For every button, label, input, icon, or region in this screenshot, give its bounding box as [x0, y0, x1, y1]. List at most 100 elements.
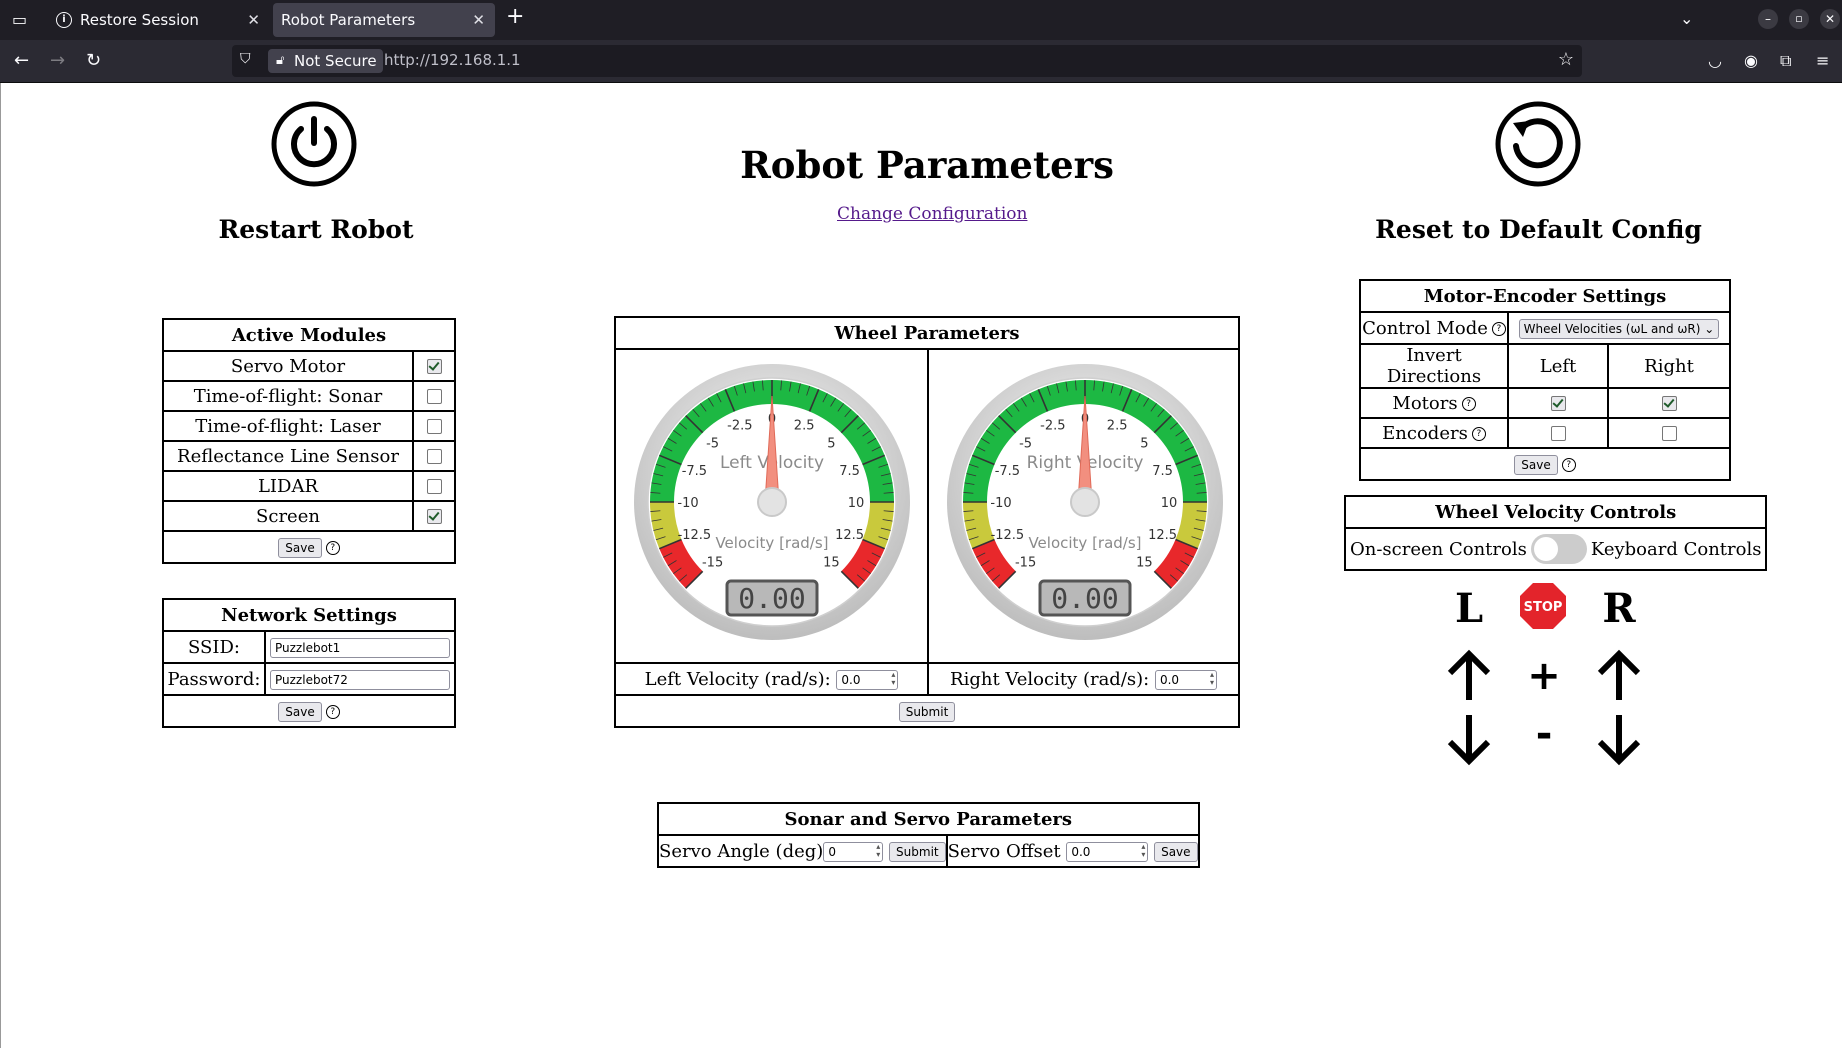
line-sensor-checkbox[interactable] — [426, 449, 442, 464]
motor-encoder-header: Motor-Encoder Settings — [1359, 279, 1731, 313]
right-gauge-tick-label: -7.5 — [995, 464, 1020, 479]
right-wheel-label: R — [1602, 585, 1636, 632]
page-content: Robot Parameters Change Configuration Re… — [0, 83, 1842, 1048]
right-backward-arrow-icon[interactable] — [1594, 713, 1644, 767]
servo-angle-submit-button[interactable]: Submit — [889, 841, 946, 862]
extensions-icon[interactable]: ⧉ — [1780, 50, 1791, 72]
wheel-submit-button[interactable]: Submit — [898, 701, 956, 722]
tab-restore-session[interactable]: i Restore Session ✕ — [42, 3, 270, 37]
servo-angle-value: 0 — [828, 844, 836, 859]
onscreen-controls-label: On-screen Controls — [1344, 527, 1531, 571]
help-icon[interactable]: ? — [325, 540, 340, 555]
url-bar[interactable]: ⛉ 🔓︎ Not Secure http://192.168.1.1 ☆ — [232, 45, 1582, 77]
reset-default-config-label[interactable]: Reset to Default Config — [1361, 215, 1716, 244]
right-gauge-tick-label: 2.5 — [1107, 418, 1128, 433]
tab-robot-parameters[interactable]: Robot Parameters ✕ — [273, 3, 495, 37]
speed-minus-button[interactable]: - — [1514, 711, 1574, 757]
right-velocity-input[interactable]: 0.0 ▴ ▾ — [1154, 669, 1217, 690]
right-forward-arrow-icon[interactable] — [1594, 648, 1644, 702]
servo-motor-checkbox[interactable] — [426, 359, 442, 374]
menu-icon[interactable]: ≡ — [1816, 50, 1829, 72]
new-tab-icon[interactable]: + — [506, 6, 524, 28]
encoders-left-checkbox[interactable] — [1550, 426, 1566, 441]
close-tab-icon[interactable]: ✕ — [247, 11, 260, 29]
wheel-parameters-header: Wheel Parameters — [614, 316, 1240, 350]
ssid-input[interactable]: Puzzlebot1 — [270, 637, 450, 658]
spinner-icon[interactable]: ▴ ▾ — [1210, 670, 1214, 687]
sonar-checkbox[interactable] — [426, 389, 442, 404]
chevron-down-icon[interactable]: ⌄ — [1680, 8, 1693, 30]
left-velocity-value: 0.0 — [841, 672, 861, 687]
stop-label: STOP — [1524, 600, 1563, 615]
laser-checkbox[interactable] — [426, 419, 442, 434]
left-gauge-cell: -15-12.5-10-7.5-5-2.502.557.51012.515Lef… — [614, 348, 929, 664]
shield-icon[interactable]: ⛉ — [240, 51, 251, 67]
left-velocity-gauge: -15-12.5-10-7.5-5-2.502.557.51012.515Lef… — [634, 364, 910, 640]
forward-icon[interactable]: → — [50, 50, 65, 72]
servo-angle-input[interactable]: 0 ▴ ▾ — [823, 841, 884, 862]
encoders-right-checkbox[interactable] — [1661, 426, 1677, 441]
right-gauge-tick-label: -12.5 — [991, 528, 1025, 543]
left-gauge-tick-label: -7.5 — [682, 464, 707, 479]
left-forward-arrow-icon[interactable] — [1444, 648, 1494, 702]
control-mode-toggle[interactable] — [1530, 534, 1587, 564]
stop-button[interactable]: STOP — [1519, 582, 1567, 630]
account-icon[interactable]: ◉ — [1744, 50, 1758, 72]
close-tab-icon[interactable]: ✕ — [472, 11, 485, 29]
modules-save-button[interactable]: Save — [278, 537, 322, 558]
tab-list-icon[interactable]: ▭ — [12, 9, 27, 31]
left-backward-arrow-icon[interactable] — [1444, 713, 1494, 767]
servo-offset-input[interactable]: 0.0 ▴ ▾ — [1066, 841, 1149, 862]
servo-offset-save-button[interactable]: Save — [1154, 841, 1198, 862]
left-gauge-tick-label: 10 — [848, 496, 865, 511]
spinner-icon[interactable]: ▴ ▾ — [891, 670, 895, 687]
network-save-button[interactable]: Save — [278, 701, 322, 722]
wheel-parameters-table: Wheel Parameters -15-12.5-10-7.5-5-2.502… — [614, 316, 1240, 728]
right-velocity-label: Right Velocity (rad/s): — [950, 668, 1150, 690]
left-gauge-tick-label: -15 — [702, 555, 723, 570]
servo-offset-label: Servo Offset — [947, 840, 1061, 862]
control-mode-value: Wheel Velocities (ωL and ωR) — [1523, 321, 1701, 336]
close-window-icon[interactable]: ✕ — [1820, 9, 1840, 29]
right-velocity-gauge: -15-12.5-10-7.5-5-2.502.557.51012.515Rig… — [947, 364, 1223, 640]
right-gauge-readout: 0.00 — [1051, 582, 1118, 615]
spinner-icon[interactable]: ▴ ▾ — [876, 842, 880, 859]
motors-left-checkbox[interactable] — [1550, 396, 1566, 411]
reset-icon[interactable] — [1495, 101, 1581, 187]
restart-robot-label[interactable]: Restart Robot — [161, 215, 471, 244]
help-icon[interactable]: ? — [325, 704, 340, 719]
motors-right-checkbox[interactable] — [1661, 396, 1677, 411]
left-gauge-hub — [757, 487, 787, 517]
left-velocity-input[interactable]: 0.0 ▴ ▾ — [836, 669, 899, 690]
left-gauge-tick-label: 5 — [827, 437, 835, 452]
power-icon[interactable] — [271, 101, 357, 187]
motor-encoder-save-button[interactable]: Save — [1514, 454, 1558, 475]
change-configuration-link[interactable]: Change Configuration — [837, 204, 1027, 224]
url-text[interactable]: http://192.168.1.1 — [384, 51, 521, 69]
pocket-icon[interactable]: ◡ — [1708, 50, 1722, 72]
motor-encoder-table: Motor-Encoder Settings Control Mode? Whe… — [1359, 279, 1731, 481]
bookmark-star-icon[interactable]: ☆ — [1558, 49, 1574, 70]
lidar-checkbox[interactable] — [426, 479, 442, 494]
right-column-label: Right — [1607, 343, 1731, 389]
spinner-icon[interactable]: ▴ ▾ — [1141, 842, 1145, 859]
screen-checkbox[interactable] — [426, 509, 442, 524]
help-icon[interactable]: ? — [1461, 396, 1476, 411]
active-modules-table: Active Modules Servo Motor Time-of-fligh… — [162, 318, 456, 564]
maximize-icon[interactable]: ▫ — [1789, 9, 1809, 29]
servo-angle-label: Servo Angle (deg) — [659, 840, 824, 862]
lock-icon: 🔓︎ — [276, 53, 285, 68]
help-icon[interactable]: ? — [1471, 426, 1486, 441]
back-icon[interactable]: ← — [14, 50, 29, 72]
not-secure-badge[interactable]: 🔓︎ Not Secure — [268, 49, 383, 73]
control-mode-select[interactable]: Wheel Velocities (ωL and ωR) ⌄ — [1518, 318, 1720, 339]
velocity-controls-table: Wheel Velocity Controls On-screen Contro… — [1343, 495, 1768, 571]
speed-plus-button[interactable]: + — [1514, 653, 1574, 699]
minimize-icon[interactable]: – — [1758, 9, 1778, 29]
help-icon[interactable]: ? — [1491, 321, 1506, 336]
reload-icon[interactable]: ↻ — [86, 50, 101, 72]
left-gauge-tick-label: 7.5 — [839, 464, 860, 479]
password-input[interactable]: Puzzlebot72 — [270, 669, 450, 690]
left-gauge-readout: 0.00 — [738, 582, 805, 615]
help-icon[interactable]: ? — [1561, 457, 1576, 472]
